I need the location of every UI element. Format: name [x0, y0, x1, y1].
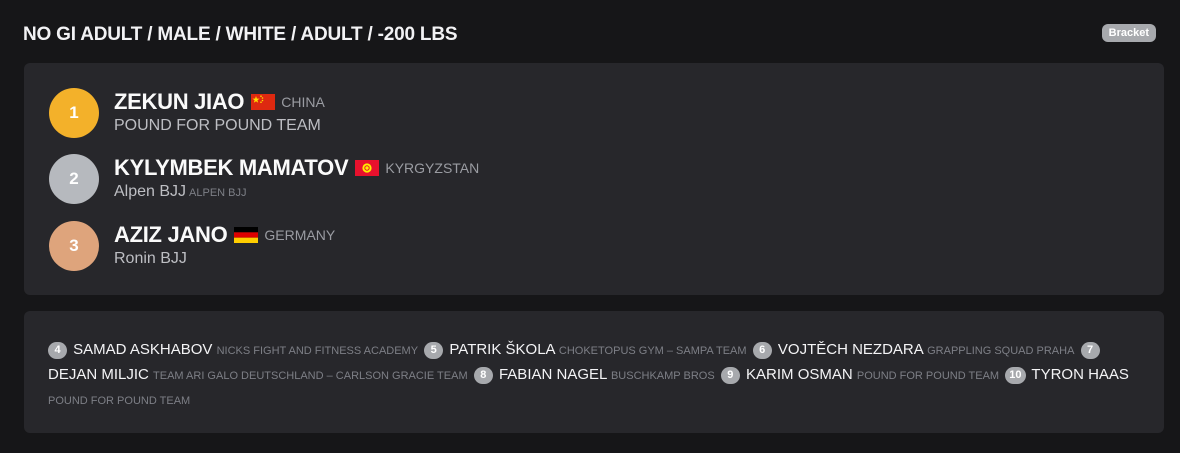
athlete-name[interactable]: KYLYMBEK MAMATOV	[114, 155, 349, 181]
list-item: 6 VOJTĚCH NEZDARA GRAPPLING SQUAD PRAHA	[752, 341, 1077, 359]
athlete-name[interactable]: KARIM OSMAN	[746, 366, 853, 383]
athlete-name[interactable]: TYRON HAAS	[1031, 366, 1129, 383]
other-placements-card: 4 SAMAD ASKHABOV NICKS FIGHT AND FITNESS…	[24, 311, 1164, 433]
list-item: 8 FABIAN NAGEL BUSCHKAMP BROS	[473, 366, 717, 384]
rank-badge: 5	[424, 342, 444, 359]
athlete-team[interactable]: BUSCHKAMP BROS	[611, 370, 715, 382]
rank-badge: 8	[473, 367, 493, 384]
other-placements-list: 4 SAMAD ASKHABOV NICKS FIGHT AND FITNESS…	[48, 338, 1148, 413]
athlete-team[interactable]: POUND FOR POUND TEAM	[114, 117, 321, 134]
rank-badge: 4	[48, 342, 67, 359]
podium-place-2: 2 KYLYMBEK MAMATOV KYRGYZSTAN Alpen BJJ A…	[49, 154, 949, 206]
athlete-name[interactable]: PATRIK ŠKOLA	[449, 341, 554, 358]
athlete-name[interactable]: FABIAN NAGEL	[499, 366, 607, 383]
silver-medal-badge: 2	[49, 154, 99, 204]
bracket-button[interactable]: Bracket	[1101, 24, 1156, 42]
rank-badge: 6	[752, 342, 772, 359]
athlete-team[interactable]: Ronin BJJ	[114, 250, 187, 267]
athlete-country: KYRGYZSTAN	[385, 160, 480, 176]
podium-card: 1 ZEKUN JIAO CHINA POUND FOR POUND TEAM …	[24, 63, 1164, 295]
germany-flag-icon	[234, 227, 259, 243]
gold-medal-badge: 1	[49, 88, 99, 138]
athlete-team[interactable]: TEAM ARI GALO DEUTSCHLAND – CARLSON GRAC…	[153, 370, 468, 382]
athlete-team[interactable]: Alpen BJJ	[114, 183, 186, 200]
athlete-team[interactable]: NICKS FIGHT AND FITNESS ACADEMY	[217, 345, 419, 357]
athlete-team[interactable]: CHOKETOPUS GYM – SAMPA TEAM	[559, 345, 747, 357]
list-item: 5 PATRIK ŠKOLA CHOKETOPUS GYM – SAMPA TE…	[424, 341, 748, 359]
list-item: 4 SAMAD ASKHABOV NICKS FIGHT AND FITNESS…	[48, 341, 420, 359]
athlete-name[interactable]: SAMAD ASKHABOV	[73, 341, 212, 358]
division-title: NO GI ADULT / MALE / WHITE / ADULT / -20…	[23, 24, 458, 45]
athlete-team[interactable]: GRAPPLING SQUAD PRAHA	[927, 345, 1074, 357]
podium-place-1: 1 ZEKUN JIAO CHINA POUND FOR POUND TEAM	[49, 88, 949, 140]
china-flag-icon	[251, 94, 276, 110]
athlete-country: GERMANY	[264, 227, 336, 243]
athlete-name[interactable]: VOJTĚCH NEZDARA	[778, 341, 923, 358]
rank-badge: 7	[1080, 342, 1100, 359]
athlete-name[interactable]: AZIZ JANO	[114, 222, 228, 248]
athlete-country: CHINA	[281, 94, 325, 110]
podium-place-3: 3 AZIZ JANO GERMANY Ronin BJJ	[49, 221, 949, 273]
bronze-medal-badge: 3	[49, 221, 99, 271]
list-item: 9 KARIM OSMAN POUND FOR POUND TEAM	[720, 366, 1001, 384]
rank-badge: 9	[720, 367, 740, 384]
athlete-team-subtitle: ALPEN BJJ	[189, 187, 247, 199]
athlete-name[interactable]: ZEKUN JIAO	[114, 89, 245, 115]
rank-badge: 10	[1005, 367, 1026, 384]
athlete-team[interactable]: POUND FOR POUND TEAM	[48, 395, 190, 407]
page-header: NO GI ADULT / MALE / WHITE / ADULT / -20…	[23, 22, 1156, 48]
athlete-team[interactable]: POUND FOR POUND TEAM	[857, 370, 999, 382]
kyrgyzstan-flag-icon	[355, 160, 380, 176]
athlete-name[interactable]: DEJAN MILJIC	[48, 366, 149, 383]
